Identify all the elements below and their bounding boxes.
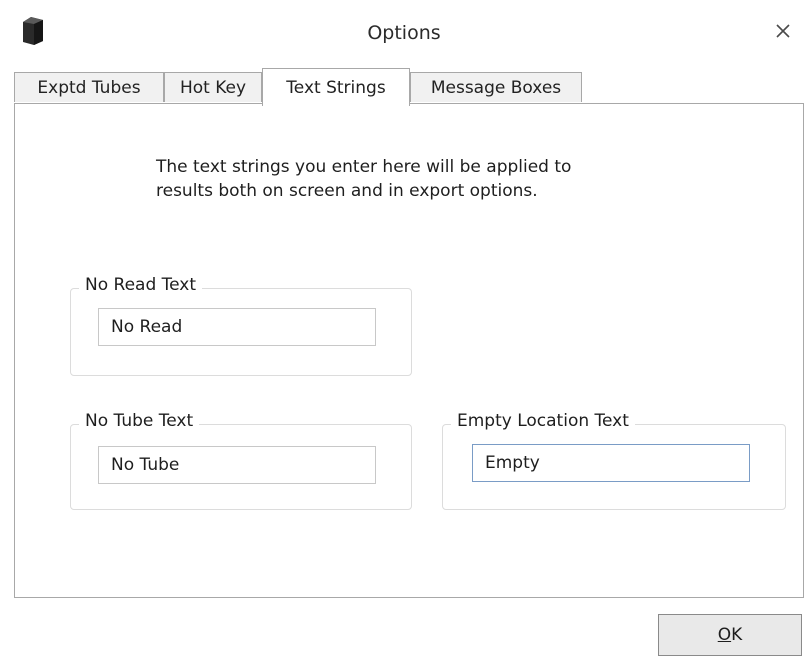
ok-mnemonic: O	[717, 625, 732, 645]
tab-label: Hot Key	[179, 77, 247, 98]
tab-label: Text Strings	[286, 77, 386, 98]
ok-label-rest: K	[731, 625, 743, 645]
intro-text: The text strings you enter here will be …	[156, 155, 716, 203]
intro-line-2: results both on screen and in export opt…	[156, 181, 538, 201]
tab-text-strings[interactable]: Text Strings	[262, 68, 410, 106]
tab-hot-key[interactable]: Hot Key	[164, 72, 262, 102]
title-bar: Options	[0, 0, 808, 64]
tab-label: Exptd Tubes	[37, 77, 141, 98]
empty-location-input[interactable]	[472, 444, 750, 482]
intro-line-1: The text strings you enter here will be …	[156, 157, 572, 177]
tab-exptd-tubes[interactable]: Exptd Tubes	[14, 72, 164, 102]
no-tube-label: No Tube Text	[79, 411, 200, 431]
window-title: Options	[367, 22, 441, 44]
empty-location-label: Empty Location Text	[451, 411, 635, 431]
no-read-input[interactable]	[98, 308, 376, 346]
ok-button[interactable]: OK	[658, 614, 802, 656]
close-icon	[775, 23, 791, 43]
close-button[interactable]	[768, 18, 798, 48]
no-tube-input[interactable]	[98, 446, 376, 484]
no-read-label: No Read Text	[79, 275, 203, 295]
tab-label: Message Boxes	[430, 77, 562, 98]
options-dialog: Options Exptd Tubes Hot Key Text Strings…	[0, 0, 808, 664]
tab-message-boxes[interactable]: Message Boxes	[410, 72, 582, 102]
